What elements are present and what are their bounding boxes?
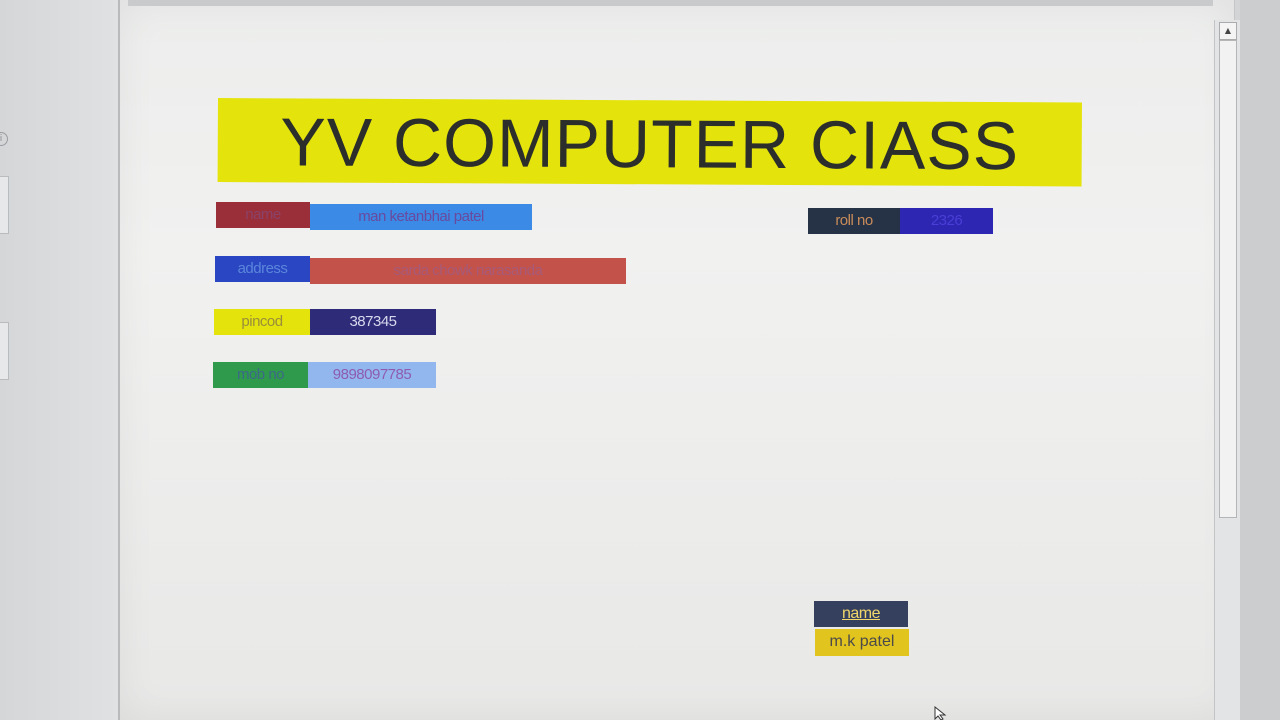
- name-label: name: [245, 206, 281, 223]
- triangle-up-icon[interactable]: ▲: [1219, 22, 1237, 40]
- left-app-panel: i: [0, 0, 118, 720]
- address-label-cell: address: [215, 256, 310, 282]
- address-value-cell: sarda chowk narasanda: [310, 258, 626, 284]
- address-label: address: [237, 260, 288, 277]
- pincode-label: pincod: [241, 313, 283, 330]
- name-value-cell: man ketanbhai patel: [310, 204, 532, 230]
- roll-no-value: 2326: [930, 212, 963, 229]
- title-banner: YV COMPUTER CIASS: [217, 98, 1082, 187]
- roll-no-label-cell: roll no: [808, 208, 900, 234]
- info-circle-icon[interactable]: i: [0, 132, 8, 146]
- mobile-label: mob no: [236, 366, 285, 383]
- page-top-edge: [128, 0, 1213, 6]
- signature-value: m.k patel: [829, 633, 895, 650]
- roll-no-label: roll no: [835, 212, 873, 229]
- address-value: sarda chowk narasanda: [393, 262, 543, 279]
- signature-label: name: [841, 605, 881, 622]
- pincode-value: 387345: [349, 313, 397, 330]
- page-title: YV COMPUTER CIASS: [280, 104, 1020, 185]
- pincode-label-cell: pincod: [214, 309, 310, 335]
- panel-field[interactable]: [0, 176, 9, 234]
- roll-no-value-cell: 2326: [900, 208, 993, 234]
- pincode-value-cell: 387345: [310, 309, 436, 335]
- name-label-cell: name: [216, 202, 310, 228]
- mobile-value: 9898097785: [332, 366, 412, 383]
- mobile-label-cell: mob no: [213, 362, 308, 388]
- name-value: man ketanbhai patel: [358, 208, 484, 225]
- right-window-edge: [1240, 0, 1280, 720]
- vertical-scrollbar[interactable]: ▲: [1214, 20, 1241, 720]
- signature-value-cell: m.k patel: [815, 629, 909, 656]
- screen: i YV COMPUTER CIASS name man ketanbhai p…: [0, 0, 1280, 720]
- scrollbar-thumb[interactable]: [1219, 40, 1237, 518]
- mobile-value-cell: 9898097785: [308, 362, 436, 388]
- signature-label-cell: name: [814, 601, 908, 627]
- panel-field[interactable]: [0, 322, 9, 380]
